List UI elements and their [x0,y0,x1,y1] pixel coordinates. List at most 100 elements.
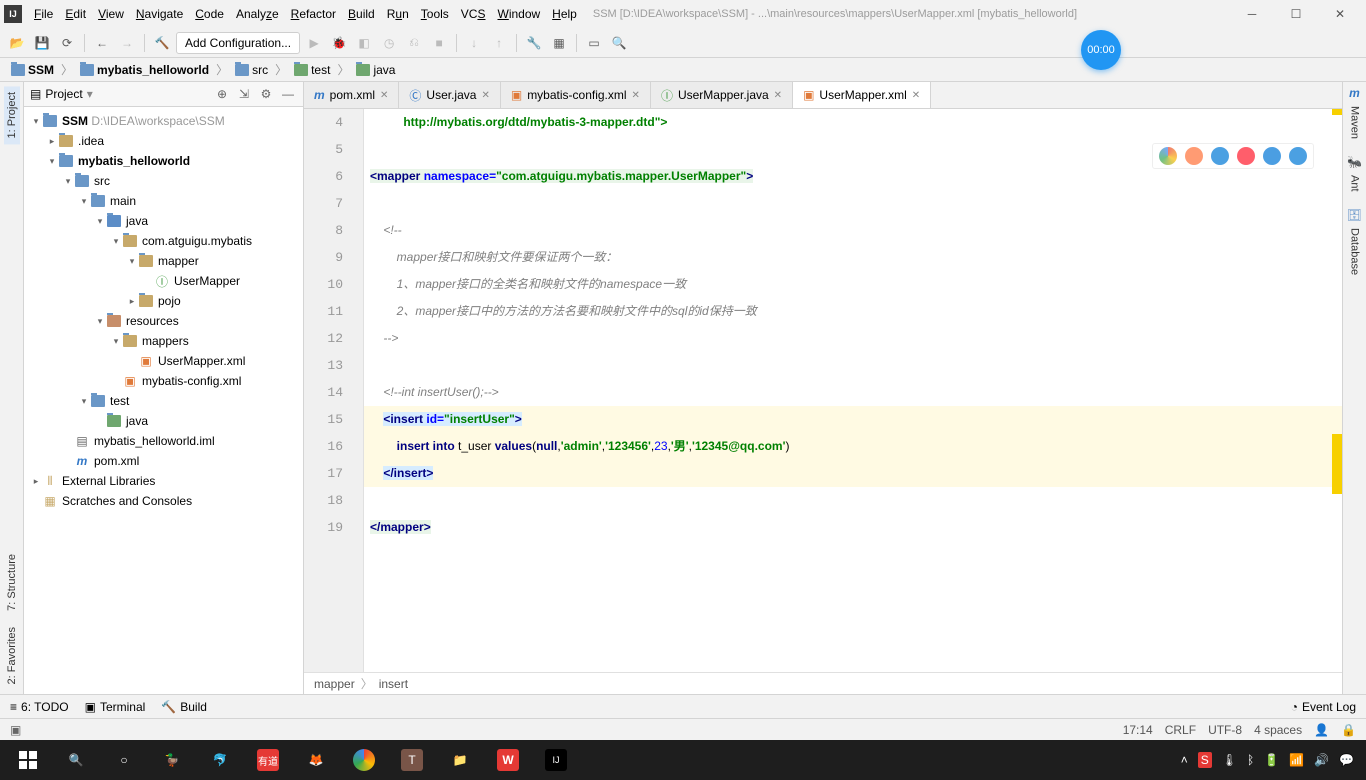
tab-mybatis-config[interactable]: ▣mybatis-config.xml✕ [501,82,651,108]
search-icon[interactable]: 🔍 [608,32,630,54]
crumb-insert[interactable]: insert [379,677,408,691]
menu-run[interactable]: Run [381,5,415,23]
tree-config-xml[interactable]: ▣mybatis-config.xml [24,371,303,391]
highlight-marker[interactable] [1332,434,1342,494]
app-icon[interactable]: T [388,740,436,780]
tab-todo[interactable]: ≡6: TODO [10,700,69,714]
app-icon[interactable]: 有道 [244,740,292,780]
menu-build[interactable]: Build [342,5,381,23]
tab-maven[interactable]: Maven [1347,100,1363,145]
menu-help[interactable]: Help [546,5,583,23]
safari-icon[interactable] [1211,147,1229,165]
avd-icon[interactable]: ▦ [548,32,570,54]
menu-analyze[interactable]: Analyze [230,5,285,23]
inspection-icon[interactable]: 👤 [1314,723,1329,737]
crumb-mapper[interactable]: mapper [314,677,355,691]
coverage-icon[interactable]: ◧ [353,32,375,54]
nav-module[interactable]: mybatis_helloworld [77,63,212,77]
firefox-icon[interactable]: 🦊 [292,740,340,780]
cortana-icon[interactable]: ○ [100,740,148,780]
expand-icon[interactable]: ⇲ [235,85,253,103]
editor-body[interactable]: 4 5 6 7 8 9 10 11 12 13 14 15 16 17 18 1… [304,109,1342,672]
battery-icon[interactable]: 🔋 [1264,753,1279,767]
tree-scratches[interactable]: ▦Scratches and Consoles [24,491,303,511]
tree-iml[interactable]: ▤mybatis_helloworld.iml [24,431,303,451]
tree-src[interactable]: ▾src [24,171,303,191]
tab-project[interactable]: 1: Project [4,86,20,144]
timer-badge[interactable]: 00:00 [1081,30,1121,70]
open-icon[interactable]: 📂 [6,32,28,54]
status-encoding[interactable]: UTF-8 [1208,723,1242,737]
intellij-icon[interactable]: IJ [532,740,580,780]
tool-window-toggle-icon[interactable]: ▣ [10,723,21,737]
tab-terminal[interactable]: ▣Terminal [85,700,146,714]
bluetooth-icon[interactable]: ᛒ [1247,753,1254,767]
notifications-icon[interactable]: 💬 [1339,753,1354,767]
tab-usermapper-java[interactable]: ⒾUserMapper.java✕ [651,82,793,108]
event-log[interactable]: ◔Event Log [1291,700,1356,714]
forward-icon[interactable]: → [116,32,138,54]
chrome-icon[interactable] [340,740,388,780]
tree-mapper-pkg[interactable]: ▾mapper [24,251,303,271]
app-icon[interactable]: 🦆 [148,740,196,780]
tree-pom[interactable]: mpom.xml [24,451,303,471]
nav-src[interactable]: src [232,63,271,77]
locate-icon[interactable]: ⊕ [213,85,231,103]
nav-test[interactable]: test [291,63,333,77]
tab-usermapper-xml[interactable]: ▣UserMapper.xml✕ [793,82,931,108]
attach-icon[interactable]: ⎌ [403,32,425,54]
tree-idea[interactable]: ▸.idea [24,131,303,151]
save-icon[interactable]: 💾 [31,32,53,54]
opera-icon[interactable] [1237,147,1255,165]
maximize-button[interactable]: ☐ [1274,0,1318,28]
ie-icon[interactable] [1263,147,1281,165]
menu-view[interactable]: View [92,5,130,23]
back-icon[interactable]: ← [91,32,113,54]
menu-code[interactable]: Code [189,5,230,23]
volume-icon[interactable]: 🔊 [1314,753,1329,767]
wifi-icon[interactable]: 📶 [1289,753,1304,767]
tree-test[interactable]: ▾test [24,391,303,411]
ime-icon[interactable]: S [1198,752,1212,768]
tree-usermapper-xml[interactable]: ▣UserMapper.xml [24,351,303,371]
marker-strip[interactable] [1330,109,1342,672]
run-icon[interactable]: ▶ [303,32,325,54]
menu-window[interactable]: Window [491,5,546,23]
code-content[interactable]: http://mybatis.org/dtd/mybatis-3-mapper.… [364,109,1342,672]
close-icon[interactable]: ✕ [481,90,489,101]
sync-icon[interactable]: ⟳ [56,32,78,54]
run-config-selector[interactable]: Add Configuration... [176,32,300,54]
tab-favorites[interactable]: 2: Favorites [4,621,20,690]
menu-file[interactable]: File [28,5,59,23]
tab-structure[interactable]: 7: Structure [4,548,20,617]
nav-root[interactable]: SSM [8,63,57,77]
app-icon[interactable]: 🐬 [196,740,244,780]
chrome-icon[interactable] [1159,147,1177,165]
tree-mappers[interactable]: ▾mappers [24,331,303,351]
status-line-sep[interactable]: CRLF [1165,723,1196,737]
explorer-icon[interactable]: 📁 [436,740,484,780]
close-icon[interactable]: ✕ [380,90,388,101]
tab-build[interactable]: 🔨Build [161,700,207,714]
tree-main[interactable]: ▾main [24,191,303,211]
status-indent[interactable]: 4 spaces [1254,723,1302,737]
tree-test-java[interactable]: java [24,411,303,431]
debug-icon[interactable]: 🐞 [328,32,350,54]
tab-user-java[interactable]: ⒸUser.java✕ [399,82,500,108]
structure-icon[interactable]: 🔧 [523,32,545,54]
nav-java[interactable]: java [353,63,398,77]
close-button[interactable]: ✕ [1318,0,1362,28]
warning-marker[interactable] [1332,109,1342,115]
build-icon[interactable]: 🔨 [151,32,173,54]
vcs-update-icon[interactable]: ↓ [463,32,485,54]
tree-resources[interactable]: ▾resources [24,311,303,331]
start-button[interactable] [4,740,52,780]
tree-usermapper-iface[interactable]: ⒾUserMapper [24,271,303,291]
gear-icon[interactable]: ⚙ [257,85,275,103]
tree-module[interactable]: ▾mybatis_helloworld [24,151,303,171]
tray-icon[interactable]: 🌡 [1222,753,1237,767]
vcs-commit-icon[interactable]: ↑ [488,32,510,54]
tray-up-icon[interactable]: ˄ [1181,753,1188,767]
close-icon[interactable]: ✕ [912,90,920,101]
menu-tools[interactable]: Tools [415,5,455,23]
